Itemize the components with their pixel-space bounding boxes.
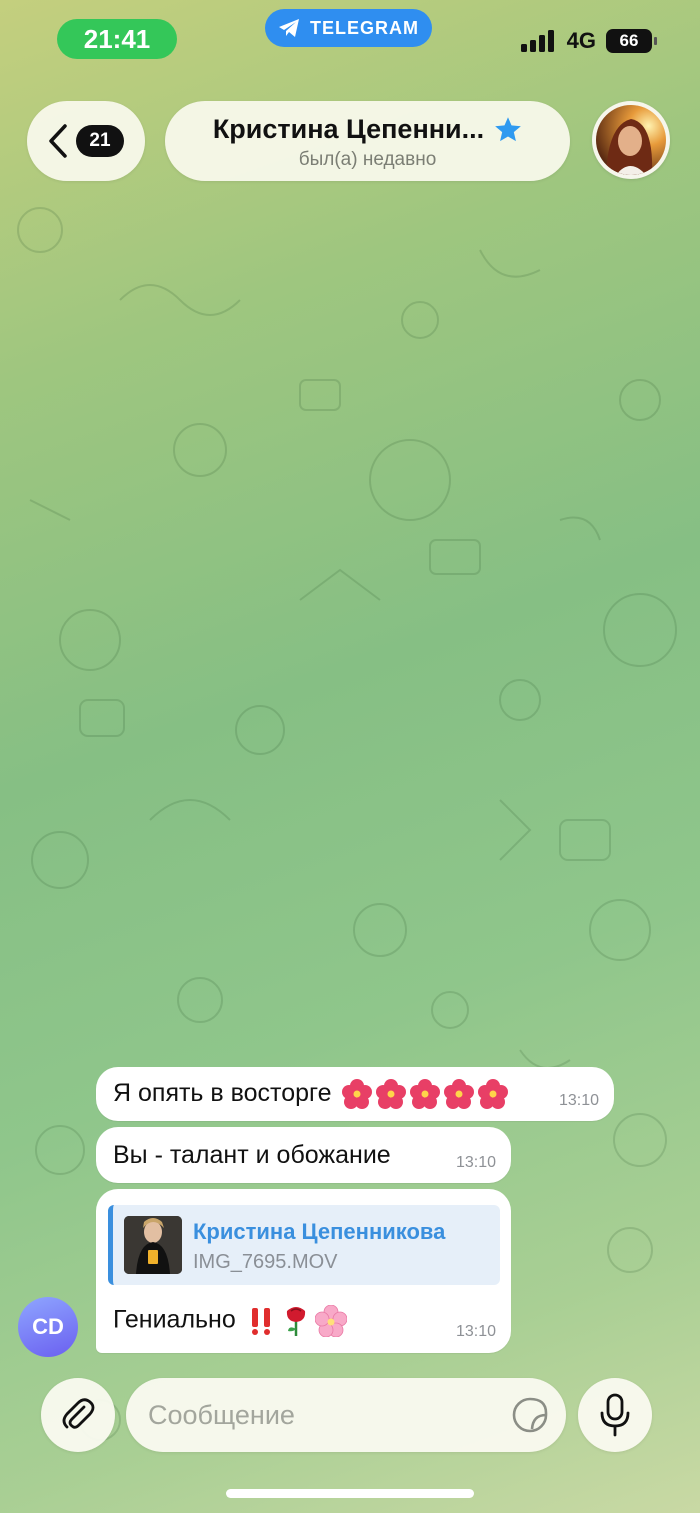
microphone-icon xyxy=(600,1393,630,1437)
chevron-left-icon xyxy=(49,124,67,158)
sender-avatar[interactable]: CD xyxy=(18,1297,78,1357)
battery-indicator: 66 xyxy=(606,29,657,53)
signal-bars-icon xyxy=(520,30,554,52)
paperclip-icon xyxy=(62,1398,95,1429)
status-indicators: 4G 66 xyxy=(520,28,657,54)
sticker-icon[interactable] xyxy=(511,1396,549,1434)
hibiscus-icon xyxy=(410,1079,441,1110)
telegram-app-pill[interactable]: TELEGRAM xyxy=(265,9,432,47)
message-time: 13:10 xyxy=(558,1092,599,1109)
message-text: Я опять в восторге xyxy=(113,1079,509,1110)
hibiscus-icon xyxy=(376,1079,407,1110)
status-time: 21:41 xyxy=(57,19,177,59)
message-input[interactable] xyxy=(126,1378,566,1452)
message-text: Вы - талант и обожание xyxy=(113,1141,391,1169)
voice-message-button[interactable] xyxy=(578,1378,652,1452)
double-exclamation-icon xyxy=(251,1308,270,1335)
cherry-blossom-icon xyxy=(314,1305,347,1337)
chat-title: Кристина Цепенни... xyxy=(212,114,485,144)
message-bubble[interactable]: Вы - талант и обожание 13:10 xyxy=(96,1127,511,1183)
reply-author: Кристина Цепенникова xyxy=(193,1219,446,1244)
star-icon xyxy=(495,117,522,142)
hibiscus-icon xyxy=(444,1079,475,1110)
hibiscus-icon xyxy=(342,1079,373,1110)
message-time: 13:10 xyxy=(455,1154,496,1171)
contact-avatar[interactable] xyxy=(592,101,670,179)
attach-button[interactable] xyxy=(41,1378,115,1452)
message-bubble[interactable]: Кристина Цепенникова IMG_7695.MOV Гениал… xyxy=(96,1189,511,1353)
rose-icon xyxy=(286,1307,305,1336)
message-text: Гениально xyxy=(113,1305,347,1337)
hibiscus-icon xyxy=(478,1079,509,1110)
chat-header[interactable]: Кристина Цепенни... был(а) недавно xyxy=(165,101,570,181)
chat-last-seen: был(а) недавно xyxy=(298,149,437,170)
unread-count-badge: 21 xyxy=(76,125,124,157)
message-time: 13:10 xyxy=(455,1323,496,1340)
telegram-pill-label: TELEGRAM xyxy=(310,17,419,38)
reply-thumbnail xyxy=(124,1216,182,1274)
network-type: 4G xyxy=(566,28,596,53)
home-indicator[interactable] xyxy=(226,1489,474,1498)
reply-preview[interactable]: Кристина Цепенникова IMG_7695.MOV xyxy=(108,1205,500,1285)
telegram-icon xyxy=(279,19,299,37)
message-bubble[interactable]: Я опять в восторге 13:10 xyxy=(96,1067,614,1121)
back-button[interactable]: 21 xyxy=(27,101,145,181)
reply-filename: IMG_7695.MOV xyxy=(193,1251,338,1273)
hibiscus-emoji-row xyxy=(338,1079,509,1110)
